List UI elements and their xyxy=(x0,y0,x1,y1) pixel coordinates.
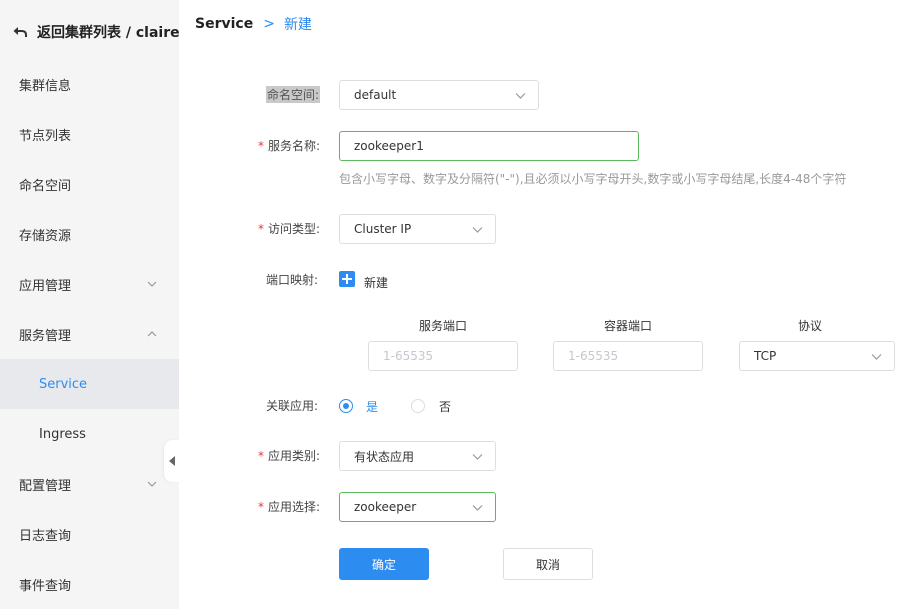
sidebar-item-label: 命名空间 xyxy=(19,178,72,194)
linked-app-yes-label[interactable]: 是 xyxy=(366,398,378,415)
access-type-select[interactable]: Cluster IP xyxy=(339,214,496,244)
sidebar-item-log-query[interactable]: 日志查询 xyxy=(0,509,179,559)
container-port-input[interactable]: 1-65535 xyxy=(553,341,703,371)
protocol-select[interactable]: TCP xyxy=(739,341,895,371)
sidebar-item-label: Service xyxy=(39,376,88,392)
app-select-value: zookeeper xyxy=(354,500,417,514)
sidebar: 返回集群列表 / claire 集群信息 节点列表 命名空间 存储资源 应用管理… xyxy=(0,0,180,609)
sidebar-item-namespaces[interactable]: 命名空间 xyxy=(0,159,179,209)
chevron-down-icon xyxy=(515,93,526,99)
app-select-label: * 应用选择: xyxy=(258,500,321,514)
namespace-value: default xyxy=(354,88,397,102)
sidebar-item-event-query[interactable]: 事件查询 xyxy=(0,559,179,609)
sidebar-item-label: 配置管理 xyxy=(19,478,72,494)
linked-app-yes-radio[interactable] xyxy=(339,399,353,413)
access-type-label: * 访问类型: xyxy=(258,222,321,236)
add-port-button[interactable]: 新建 xyxy=(364,274,388,291)
app-category-label: * 应用类别: xyxy=(258,449,321,463)
confirm-button[interactable]: 确定 xyxy=(339,548,429,580)
service-name-label: * 服务名称: xyxy=(258,139,321,153)
access-type-value: Cluster IP xyxy=(354,222,412,236)
sidebar-item-label: 事件查询 xyxy=(19,578,72,594)
namespace-select[interactable]: default xyxy=(339,80,539,110)
chevron-down-icon xyxy=(147,481,157,487)
sidebar-item-app-management[interactable]: 应用管理 xyxy=(0,259,179,309)
sidebar-item-service[interactable]: Service xyxy=(0,359,179,409)
container-port-header: 容器端口 xyxy=(603,319,652,333)
plus-icon[interactable] xyxy=(339,271,355,287)
sidebar-item-label: 日志查询 xyxy=(19,528,72,544)
caret-left-icon xyxy=(169,456,175,466)
sidebar-item-ingress[interactable]: Ingress xyxy=(0,409,179,459)
sidebar-item-node-list[interactable]: 节点列表 xyxy=(0,109,179,159)
sidebar-item-label: 集群信息 xyxy=(19,78,72,94)
container-port-placeholder: 1-65535 xyxy=(568,349,619,363)
sidebar-collapse-toggle[interactable] xyxy=(164,440,180,482)
service-port-header: 服务端口 xyxy=(418,319,467,333)
required-mark: * xyxy=(258,449,264,463)
back-to-cluster-list[interactable]: 返回集群列表 / claire xyxy=(12,22,180,42)
sidebar-item-cluster-info[interactable]: 集群信息 xyxy=(0,59,179,109)
sidebar-item-label: 存储资源 xyxy=(19,228,72,244)
required-mark: * xyxy=(258,500,264,514)
sidebar-item-service-management[interactable]: 服务管理 xyxy=(0,309,179,359)
sidebar-item-label: 应用管理 xyxy=(19,278,72,294)
service-name-hint: 包含小写字母、数字及分隔符("-"),且必须以小写字母开头,数字或小写字母结尾,… xyxy=(339,172,847,186)
namespace-label: 命名空间: xyxy=(266,86,321,103)
cancel-button[interactable]: 取消 xyxy=(503,548,593,580)
chevron-down-icon xyxy=(472,505,483,511)
chevron-down-icon xyxy=(472,454,483,460)
sidebar-item-config-management[interactable]: 配置管理 xyxy=(0,459,179,509)
back-label: 返回集群列表 / claire xyxy=(37,25,180,41)
chevron-up-icon xyxy=(147,331,157,337)
linked-app-no-label[interactable]: 否 xyxy=(439,398,451,415)
chevron-down-icon xyxy=(472,227,483,233)
sidebar-item-label: 服务管理 xyxy=(19,328,72,344)
required-mark: * xyxy=(258,222,264,236)
app-root: 返回集群列表 / claire 集群信息 节点列表 命名空间 存储资源 应用管理… xyxy=(0,0,911,609)
port-mapping-label: 端口映射: xyxy=(266,273,319,287)
required-mark: * xyxy=(258,139,264,153)
sidebar-item-storage[interactable]: 存储资源 xyxy=(0,209,179,259)
app-category-select[interactable]: 有状态应用 xyxy=(339,441,496,471)
breadcrumb-current: 新建 xyxy=(283,17,312,33)
linked-app-no-radio[interactable] xyxy=(411,399,425,413)
breadcrumb-separator: > xyxy=(263,16,275,32)
service-port-input[interactable]: 1-65535 xyxy=(368,341,518,371)
sidebar-item-label: 节点列表 xyxy=(19,128,72,144)
sidebar-item-label: Ingress xyxy=(39,426,86,442)
breadcrumb: Service > 新建 xyxy=(195,14,312,34)
app-category-value: 有状态应用 xyxy=(354,449,415,464)
service-port-placeholder: 1-65535 xyxy=(383,349,434,363)
linked-app-label: 关联应用: xyxy=(266,399,319,413)
service-name-value: zookeeper1 xyxy=(354,139,424,153)
back-arrow-icon xyxy=(13,27,27,37)
app-select-dropdown[interactable]: zookeeper xyxy=(339,492,496,522)
breadcrumb-root[interactable]: Service xyxy=(195,16,253,32)
protocol-header: 协议 xyxy=(797,319,822,333)
service-name-input[interactable]: zookeeper1 xyxy=(339,131,639,161)
chevron-down-icon xyxy=(147,281,157,287)
protocol-value: TCP xyxy=(754,349,777,363)
chevron-down-icon xyxy=(871,354,882,360)
